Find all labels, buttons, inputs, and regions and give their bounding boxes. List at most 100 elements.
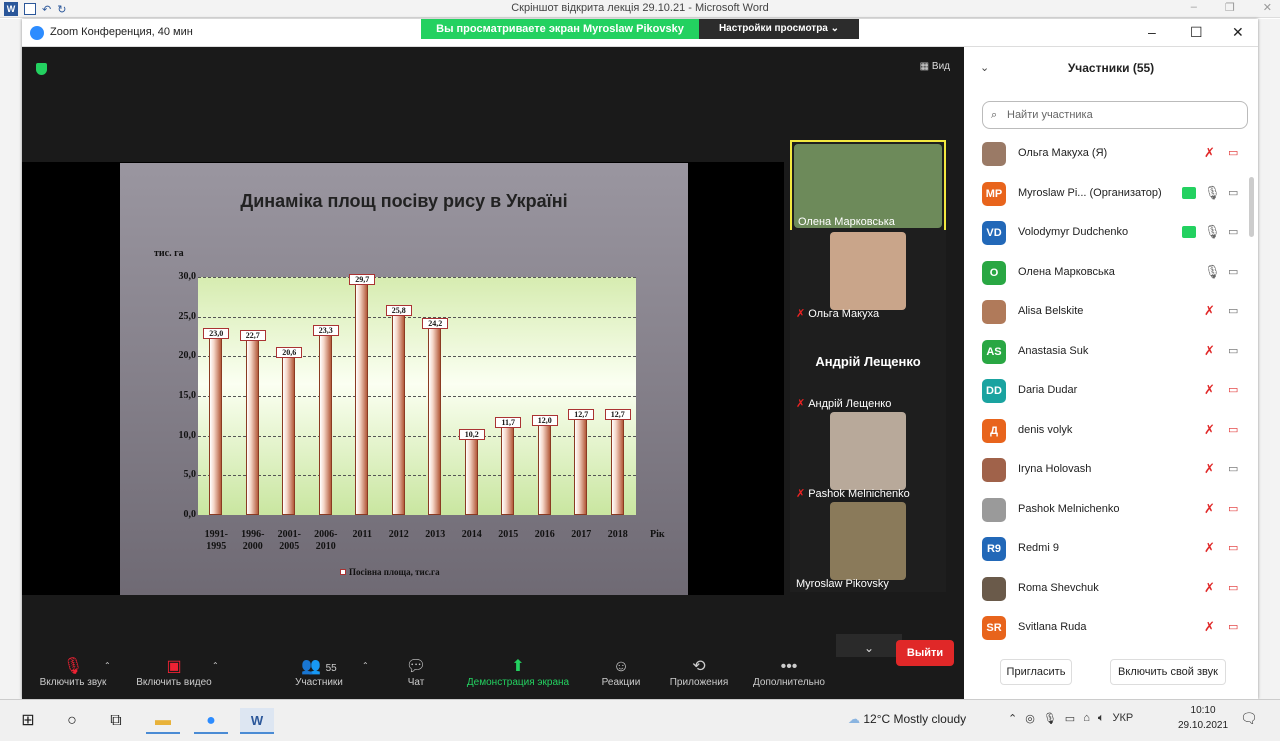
file-explorer-icon[interactable]: ▬ xyxy=(146,708,180,734)
close-icon[interactable]: ✕ xyxy=(1232,24,1244,41)
gridline xyxy=(198,475,636,477)
participant-video-feed xyxy=(830,502,906,580)
start-windows-icon[interactable]: ⊞ xyxy=(14,708,42,734)
muted-mic-icon: ✗ xyxy=(1204,382,1215,397)
cloud-icon: ☁ xyxy=(848,712,864,726)
chat-button[interactable]: 💬︎ Чат xyxy=(396,657,436,688)
participant-row[interactable]: Alisa Belskite ✗ ▭ xyxy=(964,293,1258,332)
muted-mic-icon: ✗ xyxy=(796,488,806,500)
language-indicator[interactable]: УКР xyxy=(1112,712,1133,725)
participants-options-caret-icon[interactable]: ⌃ xyxy=(362,661,369,670)
maximize-icon[interactable]: ☐ xyxy=(1190,24,1203,41)
chart-bar xyxy=(610,414,624,515)
start-video-button[interactable]: ▣ Включить видео ⌃ xyxy=(126,657,222,688)
participant-name: Pashok Melnichenko xyxy=(1018,502,1120,515)
zoom-taskbar-icon[interactable]: ● xyxy=(194,708,228,734)
x-tick-label: 2006- 2010 xyxy=(308,529,344,553)
view-button-label: Вид xyxy=(931,61,950,72)
participant-row[interactable]: Pashok Melnichenko ✗ ▭ xyxy=(964,491,1258,530)
security-shield-icon[interactable] xyxy=(36,63,47,75)
bar-value-label: 29,7 xyxy=(349,274,376,286)
legend-swatch xyxy=(340,569,346,575)
participant-row[interactable]: VD Volodymyr Dudchenko 🎙︎ ▭ xyxy=(964,214,1258,253)
search-circle-icon[interactable]: ○ xyxy=(58,708,86,734)
thumbnail-name-tag: ✗ Pashok Melnichenko xyxy=(796,487,910,500)
view-button[interactable]: ▦ Вид xyxy=(920,61,950,72)
x-tick-line: 2001- xyxy=(277,529,301,540)
screen-share-status-icon xyxy=(1182,226,1196,238)
participant-row[interactable]: AS Anastasia Suk ✗ ▭ xyxy=(964,333,1258,372)
muted-mic-icon: ✗ xyxy=(1204,461,1215,476)
video-thumbnail[interactable]: Myroslaw Pikovsky xyxy=(790,500,946,592)
muted-mic-icon: ✗ xyxy=(1204,619,1215,634)
muted-mic-icon: ✗ xyxy=(1204,421,1215,437)
minimize-icon[interactable]: – xyxy=(1148,24,1156,40)
word-taskbar-icon[interactable]: W xyxy=(240,708,274,734)
video-thumbnail[interactable]: Олена Марковська xyxy=(790,140,946,232)
participants-panel-title: Участники (55) xyxy=(1067,61,1155,75)
x-tick-line: 2015 xyxy=(498,529,519,540)
more-label: Дополнительно xyxy=(753,677,825,688)
camera-icon: ▭ xyxy=(1228,226,1239,238)
clock[interactable]: 10:10 29.10.2021 xyxy=(1178,703,1228,733)
participant-row[interactable]: Roma Shevchuk ✗ ▭ xyxy=(964,570,1258,609)
participant-row[interactable]: R9 Redmi 9 ✗ ▭ xyxy=(964,530,1258,569)
chart-bar xyxy=(464,434,478,515)
camera-off-icon: ▭ xyxy=(1228,621,1239,633)
microphone-icon[interactable]: 🎙︎ xyxy=(1043,712,1057,725)
unmute-button[interactable]: 🎙︎ Включить звук ⌃ xyxy=(28,657,118,688)
participant-row[interactable]: Дdenis volyk ✗ ▭ xyxy=(964,412,1258,451)
participants-button[interactable]: 👥 55 Участники ⌃ xyxy=(284,657,369,688)
word-right-edge xyxy=(1258,19,1280,699)
leave-button[interactable]: Выйти xyxy=(896,640,954,666)
share-screen-button[interactable]: ⬆ Демонстрация экрана xyxy=(460,657,576,688)
invite-button[interactable]: Пригласить xyxy=(1000,659,1072,685)
word-minimize-button[interactable]: – xyxy=(1191,1,1197,14)
participant-row[interactable]: Iryna Holovash ✗ ▭ xyxy=(964,451,1258,490)
participant-row[interactable]: О Олена Марковська 🎙︎ ▭ xyxy=(964,254,1258,293)
network-icon[interactable]: ⌂ xyxy=(1083,712,1090,725)
y-tick-label: 25,0 xyxy=(178,310,197,322)
camera-icon: ▭ xyxy=(1228,344,1239,357)
y-tick-label: 0,0 xyxy=(183,509,197,520)
video-thumbnail[interactable]: ✗ Pashok Melnichenko xyxy=(790,410,946,502)
participant-list-scrollbar[interactable] xyxy=(1249,177,1254,237)
participants-icon: 👥 55 xyxy=(301,658,337,675)
participant-search-input[interactable]: ⌕ Найти участника xyxy=(982,101,1248,129)
view-options-button[interactable]: Настройки просмотра ⌄ xyxy=(699,19,859,39)
video-thumbnail[interactable]: Андрій Лещенко ✗ Андрій Лещенко xyxy=(790,320,946,412)
camera-icon: ▭ xyxy=(1228,265,1239,278)
apps-button[interactable]: ⟲ Приложения xyxy=(662,657,736,688)
avatar xyxy=(982,458,1006,482)
notifications-icon[interactable]: 🗨︎ xyxy=(1240,710,1258,727)
word-restore-button[interactable]: ❐ xyxy=(1225,1,1235,14)
volume-icon[interactable]: 🔈︎ xyxy=(1098,712,1105,725)
muted-mic-icon: ✗ xyxy=(1204,145,1215,160)
x-tick-line: 2000 xyxy=(242,541,263,552)
gridline xyxy=(198,316,636,318)
x-tick-line: 2013 xyxy=(425,529,446,540)
chart-bar xyxy=(355,279,369,515)
participant-row[interactable]: Ольга Макуха (Я) ✗ ▭ xyxy=(964,135,1258,174)
participant-row[interactable]: SR Svitlana Ruda ✗ ▭ xyxy=(964,609,1258,648)
video-options-caret-icon[interactable]: ⌃ xyxy=(212,661,219,670)
tray-expand-chevron-icon[interactable]: ⌃ xyxy=(1008,712,1017,725)
participant-row[interactable]: DD Daria Dudar ✗ ▭ xyxy=(964,372,1258,411)
participant-row[interactable]: MP Myroslaw Pi... (Организатор) 🎙︎ ▭ xyxy=(964,175,1258,214)
more-button[interactable]: ••• Дополнительно xyxy=(744,657,834,688)
word-window-title: Скріншот відкрита лекція 29.10.21 - Micr… xyxy=(511,2,769,14)
participant-name: Myroslaw Pi... (Организатор) xyxy=(1018,186,1162,199)
audio-options-caret-icon[interactable]: ⌃ xyxy=(104,661,111,670)
word-close-button[interactable]: ✕ xyxy=(1263,1,1272,14)
unmute-self-button[interactable]: Включить свой звук xyxy=(1110,659,1226,685)
location-icon[interactable]: ◎ xyxy=(1025,712,1035,725)
task-view-icon[interactable]: ⧉ xyxy=(102,708,130,734)
weather-widget[interactable]: ☁ 12°C Mostly cloudy xyxy=(848,712,966,726)
camera-icon: ▭ xyxy=(1228,463,1239,475)
battery-icon[interactable]: ▭ xyxy=(1065,712,1075,725)
reactions-button[interactable]: ☺ Реакции xyxy=(594,657,648,688)
chart-bar xyxy=(428,323,442,515)
muted-mic-icon: ✗ xyxy=(796,308,806,320)
video-thumbnail[interactable]: ✗ Ольга Макуха xyxy=(790,230,946,322)
participant-name: Volodymyr Dudchenko xyxy=(1018,226,1129,238)
